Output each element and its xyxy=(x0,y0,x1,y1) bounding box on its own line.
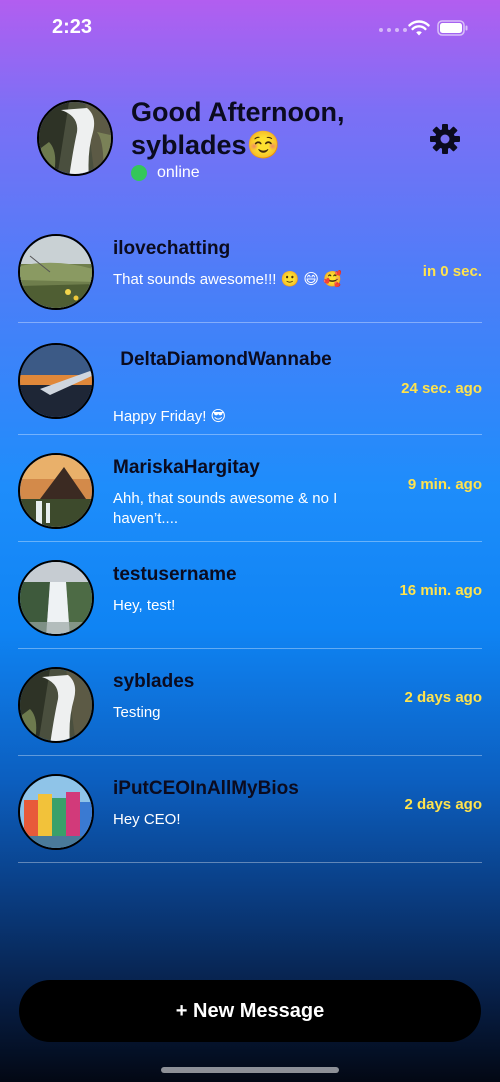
gear-icon[interactable] xyxy=(429,123,461,155)
avatar xyxy=(18,560,94,636)
timestamp: in 0 sec. xyxy=(422,263,482,280)
avatar xyxy=(18,234,94,310)
avatar xyxy=(18,774,94,850)
waterfall-photo-icon xyxy=(39,102,111,174)
timestamp: 2 days ago xyxy=(404,689,482,706)
new-message-button[interactable]: + New Message xyxy=(19,980,481,1042)
message-preview: Testing xyxy=(113,704,161,721)
colorful-houses-photo-icon xyxy=(20,776,92,848)
mountain-photo-icon xyxy=(20,455,92,527)
avatar xyxy=(18,343,94,419)
contact-name: iPutCEOInAllMyBios xyxy=(113,778,299,799)
status-time: 2:23 xyxy=(52,16,93,38)
chat-row[interactable]: syblades Testing 2 days ago xyxy=(18,649,482,756)
wifi-icon xyxy=(408,20,430,36)
avatar[interactable] xyxy=(37,100,113,176)
contact-name: DeltaDiamondWannabe xyxy=(120,349,332,370)
timestamp: 24 sec. ago xyxy=(401,380,482,397)
chat-row[interactable]: testusername Hey, test! 16 min. ago xyxy=(18,542,482,649)
online-indicator-icon xyxy=(131,165,147,181)
status-bar: 2:23 xyxy=(0,0,500,56)
home-indicator[interactable] xyxy=(161,1067,339,1073)
cellular-signal-icon xyxy=(379,28,407,32)
chat-row[interactable]: ilovechatting That sounds awesome!!! 🙂 😄… xyxy=(18,216,482,323)
contact-name: testusername xyxy=(113,564,237,585)
message-preview: Happy Friday! 😎 xyxy=(113,408,227,425)
status-label: online xyxy=(157,164,200,181)
avatar xyxy=(18,667,94,743)
contact-name: ilovechatting xyxy=(113,238,231,259)
message-preview: Ahh, that sounds awesome & no I haven’t.… xyxy=(113,490,338,527)
avatar xyxy=(18,453,94,529)
waterfall-photo-icon xyxy=(20,669,92,741)
chat-row[interactable]: MariskaHargitay Ahh, that sounds awesome… xyxy=(18,435,482,542)
contact-name: syblades xyxy=(113,671,195,692)
message-preview: That sounds awesome!!! 🙂 😄 🥰 xyxy=(113,271,342,288)
message-preview: Hey, test! xyxy=(113,597,176,614)
falls-photo-icon xyxy=(20,562,92,634)
timestamp: 2 days ago xyxy=(404,796,482,813)
chat-list: ilovechatting That sounds awesome!!! 🙂 😄… xyxy=(0,216,500,863)
contact-name: MariskaHargitay xyxy=(113,457,260,478)
chat-row[interactable]: iPutCEOInAllMyBios Hey CEO! 2 days ago xyxy=(18,756,482,863)
meadow-photo-icon xyxy=(20,236,92,308)
page-title: Good Afternoon, syblades☺️ xyxy=(131,97,345,160)
airplane-wing-photo-icon xyxy=(20,345,92,417)
chat-row[interactable]: DeltaDiamondWannabe Happy Friday! 😎 24 s… xyxy=(18,323,482,435)
message-preview: Hey CEO! xyxy=(113,811,181,828)
battery-icon xyxy=(437,20,468,36)
header: Good Afternoon, syblades☺️ online xyxy=(0,90,500,200)
timestamp: 9 min. ago xyxy=(407,476,482,493)
online-status: online xyxy=(131,164,200,182)
timestamp: 16 min. ago xyxy=(399,582,482,599)
